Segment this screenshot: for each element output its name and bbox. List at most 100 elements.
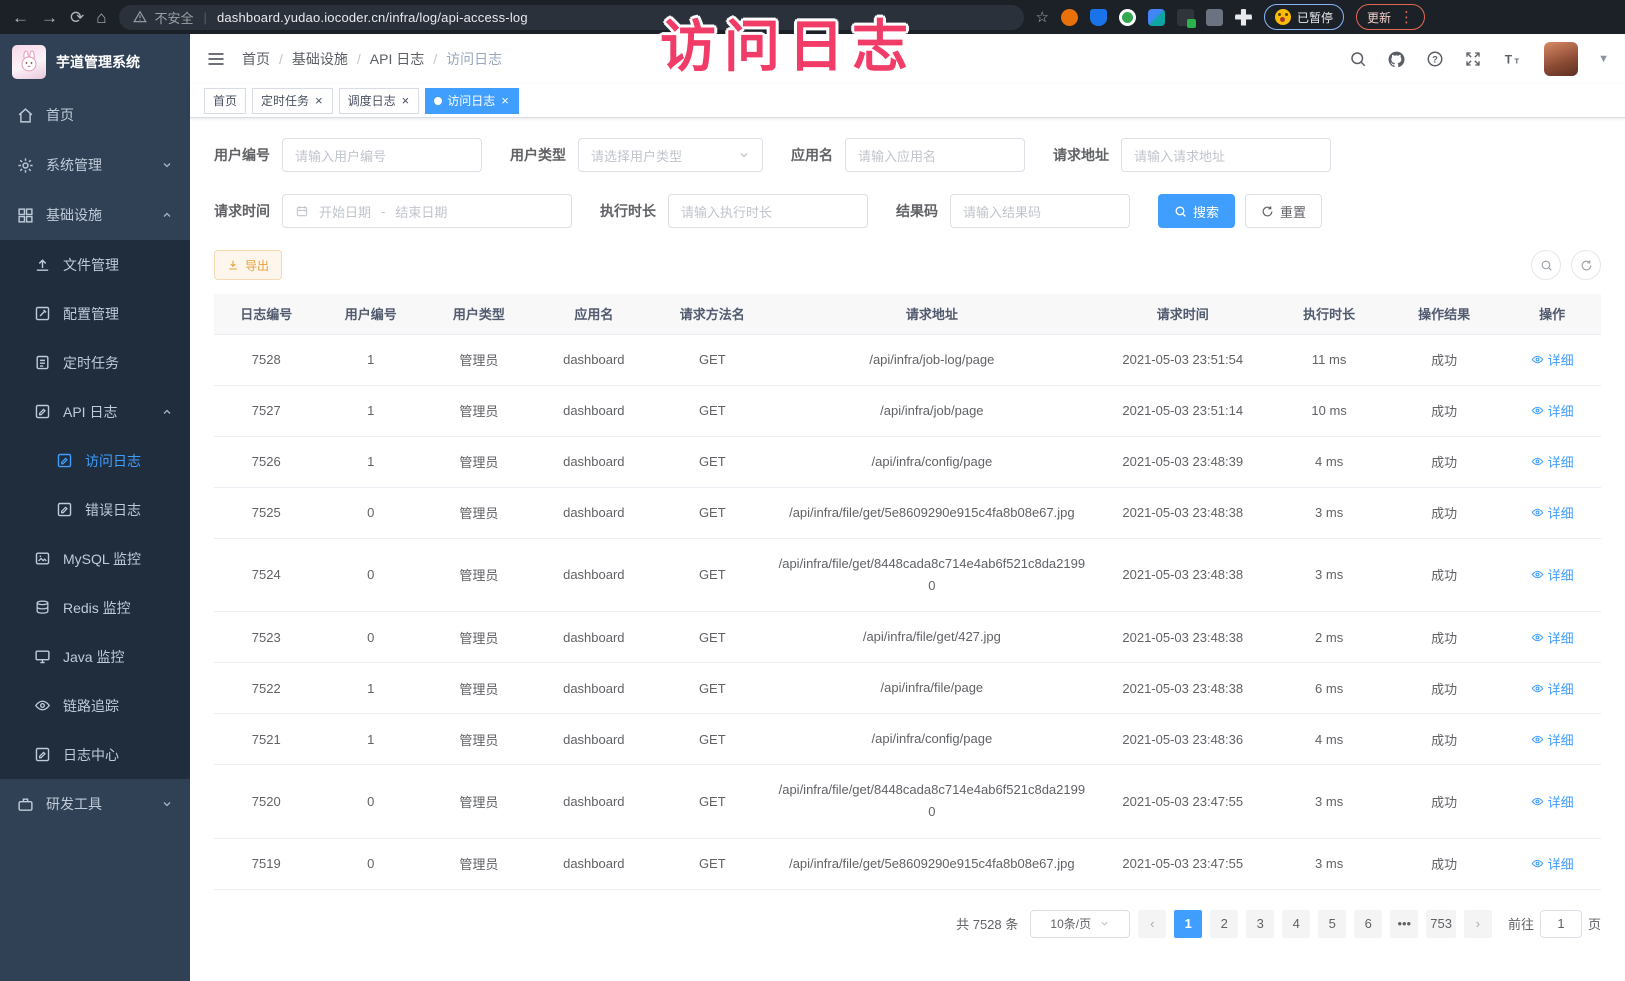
table-row: 7520 0 管理员 dashboard GET /api/infra/file… [214, 765, 1601, 838]
browser-update-button[interactable]: 更新 ⋮ [1356, 4, 1425, 30]
fullscreen-icon[interactable] [1464, 50, 1482, 68]
sidebar-item-system[interactable]: 系统管理 [0, 140, 190, 190]
app-name-input[interactable]: 请输入应用名 [845, 138, 1025, 172]
security-warning-icon [133, 10, 147, 24]
browser-back-icon[interactable]: ← [12, 9, 29, 26]
sidebar-item-home[interactable]: 首页 [0, 90, 190, 140]
page-size-select[interactable]: 10条/页 [1030, 910, 1130, 938]
sidebar-item-config-management[interactable]: 配置管理 [0, 289, 190, 338]
sidebar-item-java-monitor[interactable]: Java 监控 [0, 632, 190, 681]
tab-定时任务[interactable]: 定时任务× [252, 88, 333, 114]
detail-link[interactable]: 详细 [1531, 628, 1574, 647]
page-button-1[interactable]: 1 [1174, 910, 1202, 938]
goto-page-input[interactable]: 1 [1540, 910, 1582, 938]
sidebar-item-access-log[interactable]: 访问日志 [0, 436, 190, 485]
sidebar-item-dev-tools[interactable]: 研发工具 [0, 779, 190, 829]
page-button-6[interactable]: 6 [1354, 910, 1382, 938]
tab-调度日志[interactable]: 调度日志× [339, 88, 420, 114]
profile-paused-badge[interactable]: 已暂停 [1264, 4, 1344, 30]
page-button-753[interactable]: 753 [1426, 910, 1456, 938]
browser-home-icon[interactable]: ⌂ [96, 9, 106, 26]
cell-request-url: /api/infra/config/page [772, 714, 1093, 765]
font-size-icon[interactable]: TT [1502, 50, 1524, 68]
sidebar-item-trace[interactable]: 链路追踪 [0, 681, 190, 730]
detail-link[interactable]: 详细 [1531, 854, 1574, 873]
browser-forward-icon[interactable]: → [41, 9, 58, 26]
sidebar-item-scheduled-jobs[interactable]: 定时任务 [0, 338, 190, 387]
start-date-placeholder: 开始日期 [319, 202, 371, 221]
tab-首页[interactable]: 首页 [204, 88, 246, 114]
cell-actions: 详细 [1503, 714, 1601, 765]
app-logo[interactable]: 芋道管理系统 [0, 34, 190, 90]
eye-icon [1531, 353, 1544, 366]
page-button-2[interactable]: 2 [1210, 910, 1238, 938]
cell-log-id: 7523 [214, 612, 319, 663]
browser-menu-icon[interactable]: ⋮ [1399, 8, 1414, 26]
user-avatar[interactable] [1544, 42, 1578, 76]
sidebar-item-mysql-monitor[interactable]: MySQL 监控 [0, 534, 190, 583]
cell-request-time: 2021-05-03 23:48:38 [1092, 612, 1273, 663]
detail-link[interactable]: 详细 [1531, 401, 1574, 420]
detail-link[interactable]: 详细 [1531, 792, 1574, 811]
chevron-up-icon [161, 209, 173, 221]
sidebar-item-redis-monitor[interactable]: Redis 监控 [0, 583, 190, 632]
reset-button[interactable]: 重置 [1245, 194, 1322, 228]
sidebar-item-file-management[interactable]: 文件管理 [0, 240, 190, 289]
search-icon [1174, 205, 1187, 218]
request-url-input[interactable]: 请输入请求地址 [1121, 138, 1331, 172]
detail-link[interactable]: 详细 [1531, 452, 1574, 471]
tab-访问日志[interactable]: 访问日志× [425, 88, 519, 114]
extension-icon[interactable] [1090, 9, 1107, 26]
detail-link[interactable]: 详细 [1531, 350, 1574, 369]
avatar-caret-icon[interactable]: ▼ [1598, 53, 1609, 65]
log-edit-icon [56, 501, 73, 518]
extension-icon[interactable] [1177, 9, 1194, 26]
next-page-button[interactable]: › [1464, 910, 1492, 938]
prev-page-button[interactable]: ‹ [1138, 910, 1166, 938]
cell-user-type: 管理员 [423, 385, 535, 436]
extension-icon[interactable] [1206, 9, 1223, 26]
duration-input[interactable]: 请输入执行时长 [668, 194, 868, 228]
more-pages-button[interactable]: ••• [1390, 910, 1418, 938]
download-icon [227, 259, 239, 271]
detail-link[interactable]: 详细 [1531, 679, 1574, 698]
browser-reload-icon[interactable]: ⟳ [70, 9, 84, 26]
tab-close-icon[interactable]: × [314, 94, 324, 107]
search-button[interactable]: 搜索 [1158, 194, 1235, 228]
page-button-4[interactable]: 4 [1282, 910, 1310, 938]
extension-icon[interactable] [1119, 9, 1136, 26]
extensions-puzzle-icon[interactable] [1235, 9, 1252, 26]
user-id-input[interactable]: 请输入用户编号 [282, 138, 482, 172]
sidebar-item-log-center[interactable]: 日志中心 [0, 730, 190, 779]
breadcrumb-item[interactable]: API 日志 [370, 49, 424, 69]
toggle-search-button[interactable] [1531, 250, 1561, 280]
eye-icon [1531, 795, 1544, 808]
breadcrumb-item[interactable]: 首页 [242, 49, 270, 69]
detail-link[interactable]: 详细 [1531, 565, 1574, 584]
hamburger-icon[interactable] [206, 49, 226, 69]
detail-link[interactable]: 详细 [1531, 503, 1574, 522]
gear-icon [17, 157, 34, 174]
github-icon[interactable] [1387, 50, 1406, 69]
extension-icon[interactable] [1148, 9, 1165, 26]
cell-user-type: 管理员 [423, 612, 535, 663]
detail-link[interactable]: 详细 [1531, 730, 1574, 749]
help-icon[interactable]: ? [1426, 50, 1444, 68]
address-bar[interactable]: 不安全 | dashboard.yudao.iocoder.cn/infra/l… [119, 5, 1024, 30]
breadcrumb-item[interactable]: 基础设施 [292, 49, 348, 69]
bookmark-star-icon[interactable]: ☆ [1036, 8, 1049, 26]
refresh-table-button[interactable] [1571, 250, 1601, 280]
tab-close-icon[interactable]: × [401, 94, 411, 107]
page-button-5[interactable]: 5 [1318, 910, 1346, 938]
sidebar-item-api-log[interactable]: API 日志 [0, 387, 190, 436]
search-icon[interactable] [1349, 50, 1367, 68]
extension-icon[interactable] [1061, 9, 1078, 26]
export-button[interactable]: 导出 [214, 250, 282, 280]
sidebar-item-infrastructure[interactable]: 基础设施 [0, 190, 190, 240]
sidebar-item-error-log[interactable]: 错误日志 [0, 485, 190, 534]
page-button-3[interactable]: 3 [1246, 910, 1274, 938]
result-code-input[interactable]: 请输入结果码 [950, 194, 1130, 228]
user-type-select[interactable]: 请选择用户类型 [578, 138, 763, 172]
date-range-picker[interactable]: 开始日期 - 结束日期 [282, 194, 572, 228]
tab-close-icon[interactable]: × [500, 94, 510, 107]
